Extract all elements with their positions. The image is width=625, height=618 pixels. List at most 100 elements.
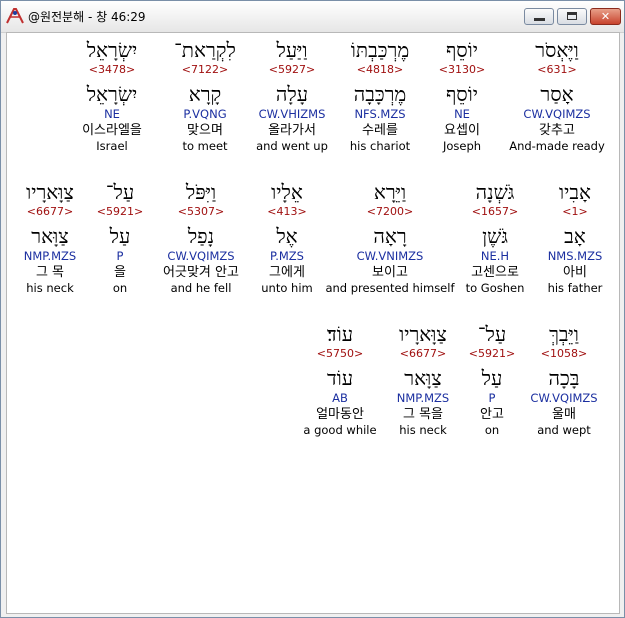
english-gloss: And-made ready bbox=[509, 139, 605, 153]
korean-gloss: 아비 bbox=[563, 265, 587, 280]
korean-gloss: 이스라엘을 bbox=[82, 123, 142, 138]
hebrew-lemma: עַל bbox=[481, 366, 503, 390]
strong-number[interactable]: <5307> bbox=[151, 205, 251, 219]
english-gloss: to Goshen bbox=[465, 281, 525, 295]
english-gloss: a good while bbox=[303, 423, 377, 437]
korean-gloss: 얼마동안 bbox=[316, 407, 364, 422]
parse-code: NE.H bbox=[480, 249, 510, 263]
korean-gloss: 수레를 bbox=[362, 123, 398, 138]
strong-number[interactable]: <631> bbox=[503, 63, 611, 77]
korean-gloss: 안고 bbox=[480, 407, 504, 422]
korean-gloss: 올라가서 bbox=[268, 123, 316, 138]
title-bar[interactable]: @원전분해 - 창 46:29 ✕ bbox=[1, 1, 624, 33]
parse-code: P.VQNG bbox=[183, 107, 227, 121]
hebrew-word: וַיִּפֹּל bbox=[185, 180, 217, 204]
minimize-button[interactable] bbox=[524, 8, 554, 25]
hebrew-lemma: נָפַל bbox=[187, 224, 215, 248]
close-button[interactable]: ✕ bbox=[590, 8, 621, 25]
strong-number[interactable]: <7200> bbox=[325, 205, 455, 219]
app-logo-icon bbox=[6, 8, 24, 24]
korean-gloss: 그에게 bbox=[269, 265, 305, 280]
hebrew-word: עַל־ bbox=[105, 180, 135, 204]
hebrew-word: עוֹד׃ bbox=[326, 322, 354, 346]
app-window: @원전분해 - 창 46:29 ✕ וַיֶּאְסֹר <631> אָסַר… bbox=[0, 0, 625, 618]
strong-number[interactable]: <1058> bbox=[523, 347, 605, 361]
hebrew-lemma: אָב bbox=[564, 224, 586, 248]
word-cell[interactable]: אָבִיו <1> אָב NMS.MZS 아비 his father bbox=[535, 179, 615, 296]
hebrew-word: וַיֵּרָא bbox=[373, 180, 407, 204]
strong-number[interactable]: <1657> bbox=[457, 205, 533, 219]
strong-number[interactable]: <6677> bbox=[385, 347, 461, 361]
hebrew-word: יוֹסֵף bbox=[445, 38, 479, 62]
word-cell[interactable]: וַיִּפֹּל <5307> נָפַל CW.VQIMZS 어긋맞겨 안고… bbox=[151, 179, 251, 296]
strong-number[interactable]: <4818> bbox=[337, 63, 423, 77]
parse-code: P.MZS bbox=[270, 249, 304, 263]
word-cell[interactable]: אֵלָיו <413> אֶל P.MZS 그에게 unto him bbox=[253, 179, 321, 296]
parse-code: NMS.MZS bbox=[547, 249, 603, 263]
window-title: @원전분해 - 창 46:29 bbox=[28, 10, 146, 24]
hebrew-word: אֵלָיו bbox=[271, 180, 303, 204]
parse-code: NFS.MZS bbox=[354, 107, 406, 121]
english-gloss: his neck bbox=[26, 281, 74, 295]
korean-gloss: 을 bbox=[114, 265, 126, 280]
word-cell[interactable]: לִקְרַאת־ <7122> קָרָא P.VQNG 맞으며 to mee… bbox=[163, 37, 247, 154]
english-gloss: on bbox=[112, 281, 128, 295]
word-cell[interactable]: צַוָּארָיו <6677> צַוָּאר NMP.MZS 그 목 hi… bbox=[11, 179, 89, 296]
strong-number[interactable]: <5927> bbox=[249, 63, 335, 77]
strong-number[interactable]: <6677> bbox=[11, 205, 89, 219]
hebrew-lemma: יִשְׂרָאֵל bbox=[86, 82, 138, 106]
word-cell[interactable]: עַל־ <5921> עַל P 을 on bbox=[95, 179, 145, 296]
english-gloss: Israel bbox=[96, 139, 128, 153]
english-gloss: and presented himself bbox=[325, 281, 455, 295]
hebrew-word: לִקְרַאת־ bbox=[174, 38, 236, 62]
word-cell[interactable]: יוֹסֵף <3130> יוֹסֵף NE 요셉이 Joseph bbox=[425, 37, 499, 154]
maximize-icon bbox=[567, 12, 577, 20]
english-gloss: unto him bbox=[261, 281, 313, 295]
word-cell[interactable]: עוֹד׃ <5750> עוֹד AB 얼마동안 a good while bbox=[299, 321, 381, 438]
word-cell[interactable]: וַיֵּבְךְּ <1058> בָּכָה CW.VQIMZS 울매 an… bbox=[523, 321, 605, 438]
parse-code: P bbox=[116, 249, 124, 263]
parse-code: P bbox=[488, 391, 496, 405]
parse-code: NE bbox=[454, 107, 470, 121]
parse-code: NMP.MZS bbox=[23, 249, 77, 263]
strong-number[interactable]: <1> bbox=[535, 205, 615, 219]
korean-gloss: 맞으며 bbox=[187, 123, 223, 138]
word-cell[interactable]: יִשְׂרָאֵל <3478> יִשְׂרָאֵל NE 이스라엘을 Is… bbox=[67, 37, 157, 154]
hebrew-lemma: מֶרְכָּבָה bbox=[353, 82, 407, 106]
word-cell[interactable]: וַיֵּרָא <7200> רָאָה CW.VNIMZS 보이고 and … bbox=[325, 179, 455, 296]
korean-gloss: 울매 bbox=[552, 407, 576, 422]
hebrew-word: וַיֶּאְסֹר bbox=[535, 38, 579, 62]
strong-number[interactable]: <7122> bbox=[163, 63, 247, 77]
korean-gloss: 그 목을 bbox=[402, 407, 443, 422]
strong-number[interactable]: <3130> bbox=[425, 63, 499, 77]
word-cell[interactable]: צַוָּארָיו <6677> צַוָּאר NMP.MZS 그 목을 h… bbox=[385, 321, 461, 438]
korean-gloss: 고센으로 bbox=[471, 265, 519, 280]
strong-number[interactable]: <5750> bbox=[299, 347, 381, 361]
strong-number[interactable]: <3478> bbox=[67, 63, 157, 77]
korean-gloss: 그 목 bbox=[35, 265, 65, 280]
english-gloss: his father bbox=[547, 281, 603, 295]
hebrew-word: מֶרְכַּבְתּוֹ bbox=[350, 38, 410, 62]
parse-code: CW.VNIMZS bbox=[356, 249, 424, 263]
parse-code: NMP.MZS bbox=[396, 391, 450, 405]
hebrew-lemma: אָסַר bbox=[540, 82, 574, 106]
english-gloss: and he fell bbox=[170, 281, 232, 295]
english-gloss: and wept bbox=[537, 423, 591, 437]
word-cell[interactable]: מֶרְכַּבְתּוֹ <4818> מֶרְכָּבָה NFS.MZS … bbox=[337, 37, 423, 154]
maximize-button[interactable] bbox=[557, 8, 587, 25]
strong-number[interactable]: <5921> bbox=[95, 205, 145, 219]
word-cell[interactable]: גֹּשְׁנָה <1657> גֹּשֶׁן NE.H 고센으로 to Go… bbox=[457, 179, 533, 296]
strong-number[interactable]: <413> bbox=[253, 205, 321, 219]
hebrew-word: אָבִיו bbox=[558, 180, 591, 204]
word-cell[interactable]: וַיֶּאְסֹר <631> אָסַר CW.VQIMZS 갖추고 And… bbox=[503, 37, 611, 154]
interlinear-panel: וַיֶּאְסֹר <631> אָסַר CW.VQIMZS 갖추고 And… bbox=[6, 32, 620, 614]
english-gloss: his neck bbox=[399, 423, 447, 437]
word-cell[interactable]: עַל־ <5921> עַל P 안고 on bbox=[465, 321, 519, 438]
korean-gloss: 보이고 bbox=[372, 265, 408, 280]
hebrew-word: צַוָּארָיו bbox=[26, 180, 74, 204]
hebrew-word: יִשְׂרָאֵל bbox=[86, 38, 138, 62]
hebrew-lemma: צַוָּאר bbox=[404, 366, 442, 390]
strong-number[interactable]: <5921> bbox=[465, 347, 519, 361]
word-cell[interactable]: וַיַּעַל <5927> עָלָה CW.VHIZMS 올라가서 and… bbox=[249, 37, 335, 154]
parse-code: CW.VHIZMS bbox=[258, 107, 326, 121]
